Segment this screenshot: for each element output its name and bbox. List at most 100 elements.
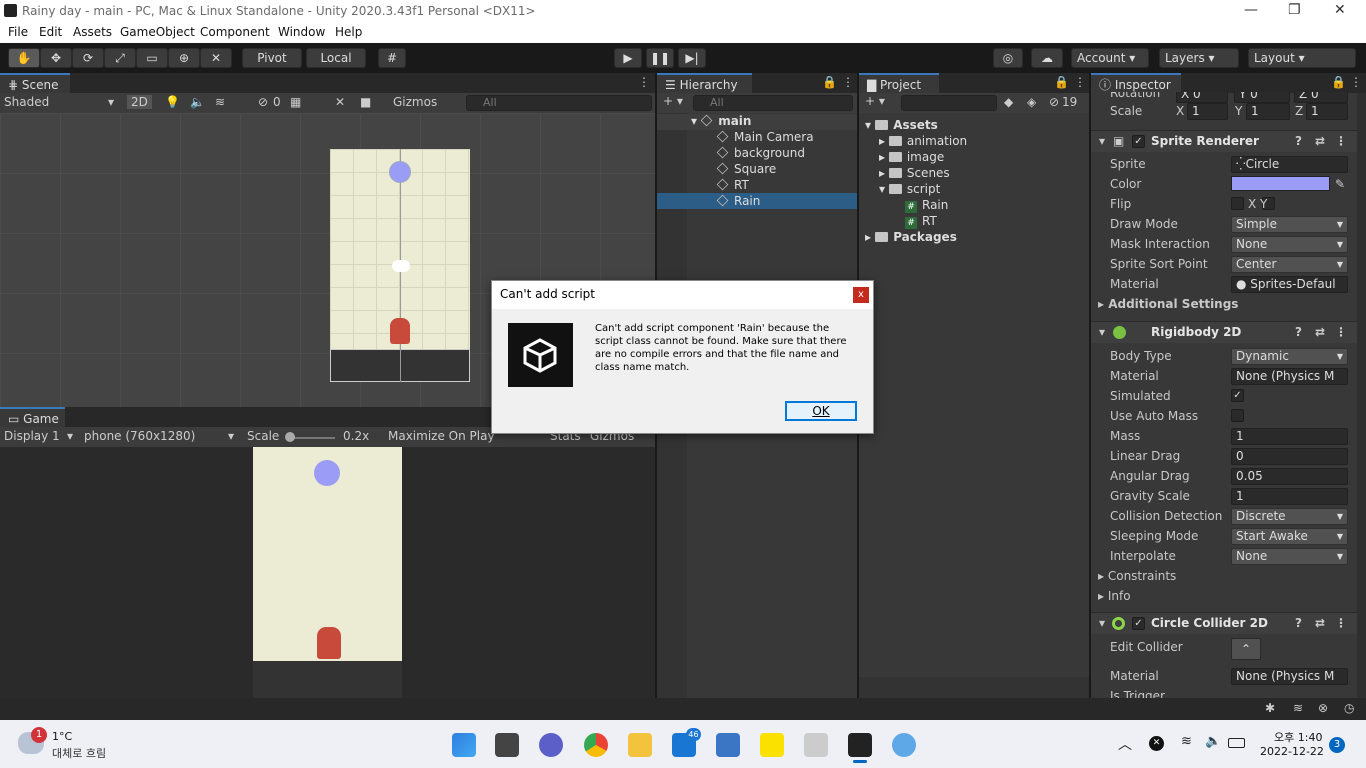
component-menu-icon[interactable]: ⋮ [1335, 134, 1347, 148]
component-menu-icon[interactable]: ⋮ [1335, 616, 1347, 630]
close-button[interactable]: ✕ [1334, 2, 1346, 18]
inspector-lock-icon[interactable]: 🔒 [1331, 75, 1346, 89]
constraints-foldout[interactable]: ▸ Constraints [1098, 569, 1176, 583]
step-icon[interactable]: ▶| [678, 48, 706, 68]
file-explorer-icon[interactable] [628, 733, 652, 757]
project-script-rain[interactable]: # Rain [905, 198, 948, 213]
hierarchy-item-main-camera[interactable]: Main Camera [716, 130, 814, 144]
draw-mode-dropdown[interactable]: Simple [1231, 216, 1348, 233]
pivot-button[interactable]: Pivot [242, 48, 302, 68]
cloud-icon[interactable]: ☁ [1031, 48, 1063, 68]
foldout-icon[interactable]: ▾ [1099, 616, 1105, 630]
clock-date[interactable]: 2022-12-22 [1260, 745, 1324, 758]
sprite-renderer-enabled-checkbox[interactable]: ✓ [1132, 135, 1145, 148]
preset-icon[interactable]: ⇄ [1315, 325, 1325, 339]
simulated-checkbox[interactable]: ✓ [1231, 389, 1244, 402]
help-icon[interactable]: ? [1295, 134, 1302, 148]
layers-dropdown[interactable]: Layers ▾ [1159, 48, 1239, 68]
hierarchy-item-background[interactable]: background [716, 146, 805, 160]
color-swatch[interactable] [1231, 176, 1330, 191]
tab-hierarchy[interactable]: ☰ Hierarchy [657, 73, 752, 93]
debug-icon[interactable]: ✱ [1265, 701, 1275, 715]
effects-icon[interactable]: ≋ [215, 95, 225, 109]
gravity-scale-field[interactable]: 1 [1231, 488, 1348, 505]
scale-z-field[interactable]: 1 [1306, 103, 1348, 120]
hierarchy-search-input[interactable]: All [693, 95, 853, 111]
rotate-tool-icon[interactable]: ⟳ [72, 48, 104, 68]
tab-game[interactable]: ▭ Game [0, 407, 65, 427]
menu-edit[interactable]: Edit [39, 25, 62, 39]
menu-window[interactable]: Window [278, 25, 325, 39]
dialog-close-button[interactable]: x [853, 287, 869, 303]
hierarchy-item-rain[interactable]: Rain [716, 194, 760, 208]
rect-tool-icon[interactable]: ▭ [136, 48, 168, 68]
preset-icon[interactable]: ⇄ [1315, 134, 1325, 148]
hierarchy-item-square[interactable]: Square [716, 162, 776, 176]
rb-material-field[interactable]: None (Physics M [1231, 368, 1348, 385]
unity-editor-icon[interactable] [848, 733, 872, 757]
help-icon[interactable]: ? [1295, 616, 1302, 630]
scene-character-sprite[interactable] [390, 318, 410, 344]
additional-settings-foldout[interactable]: ▸ Additional Settings [1098, 297, 1238, 311]
info-foldout[interactable]: ▸ Info [1098, 589, 1131, 603]
use-auto-mass-checkbox[interactable] [1231, 409, 1244, 422]
scene-menu-icon[interactable]: ⋮ [638, 75, 650, 89]
hierarchy-add-icon[interactable]: + ▾ [663, 94, 683, 108]
shading-dropdown-arrow-icon[interactable]: ▾ [108, 95, 114, 109]
layers-stack-icon[interactable]: ≋ [1293, 701, 1303, 715]
kakaotalk-icon[interactable] [760, 733, 784, 757]
resolution-dropdown[interactable]: phone (760x1280) [84, 429, 195, 443]
inspector-menu-icon[interactable]: ⋮ [1350, 75, 1362, 89]
hierarchy-menu-icon[interactable]: ⋮ [842, 75, 854, 89]
project-folder-animation[interactable]: ▸ animation [879, 134, 967, 148]
gizmos-dropdown[interactable]: Gizmos [393, 95, 437, 109]
foldout-icon[interactable]: ▾ [1099, 134, 1105, 148]
account-dropdown[interactable]: Account ▾ [1071, 48, 1149, 68]
menu-component[interactable]: Component [200, 25, 270, 39]
sprite-renderer-header[interactable]: ▾ ▣ ✓ Sprite Renderer ? ⇄ ⋮ [1091, 130, 1357, 152]
tab-inspector[interactable]: ⓘ Inspector [1091, 73, 1181, 93]
sprite-field[interactable]: ⁛Circle [1231, 156, 1348, 173]
project-lock-icon[interactable]: 🔒 [1054, 75, 1069, 89]
component-menu-icon[interactable]: ⋮ [1335, 325, 1347, 339]
scale-slider-handle[interactable] [285, 432, 295, 442]
inspector-scrollbar[interactable] [1357, 93, 1366, 698]
help-icon[interactable]: ? [1295, 325, 1302, 339]
play-icon[interactable]: ▶ [614, 48, 642, 68]
layout-dropdown[interactable]: Layout ▾ [1248, 48, 1356, 68]
custom-tool-icon[interactable]: ✕ [200, 48, 232, 68]
flip-x-checkbox[interactable] [1231, 197, 1244, 210]
project-packages-folder[interactable]: ▸ Packages [865, 230, 957, 244]
progress-icon[interactable]: ◷ [1344, 701, 1354, 715]
filter-label-icon[interactable]: ◈ [1027, 95, 1036, 109]
pause-icon[interactable]: ❚❚ [646, 48, 674, 68]
volume-icon[interactable]: 🔈 [1205, 734, 1221, 749]
edit-collider-button[interactable]: ⌃ [1231, 638, 1261, 660]
tray-chevron-icon[interactable]: ︿ [1118, 734, 1132, 754]
tab-project[interactable]: ▇ Project [859, 73, 939, 93]
mask-interaction-dropdown[interactable]: None [1231, 236, 1348, 253]
battery-icon[interactable] [1228, 738, 1245, 748]
cache-icon[interactable]: ⊗ [1318, 701, 1328, 715]
menu-gameobject[interactable]: GameObject [120, 25, 195, 39]
sprite-sort-point-dropdown[interactable]: Center [1231, 256, 1348, 273]
mass-field[interactable]: 1 [1231, 428, 1348, 445]
tray-app-icon[interactable]: ✕ [1149, 736, 1164, 751]
scale-y-field[interactable]: 1 [1246, 103, 1290, 120]
project-folder-script[interactable]: ▾ script [879, 182, 940, 196]
preset-icon[interactable]: ⇄ [1315, 616, 1325, 630]
body-type-dropdown[interactable]: Dynamic [1231, 348, 1348, 365]
chat-icon[interactable] [539, 733, 563, 757]
transform-tool-icon[interactable]: ⊕ [168, 48, 200, 68]
tab-scene[interactable]: ⋕ Scene [0, 73, 70, 93]
circle-collider-header[interactable]: ▾ ✓ Circle Collider 2D ? ⇄ ⋮ [1091, 612, 1357, 634]
project-menu-icon[interactable]: ⋮ [1074, 75, 1086, 89]
filter-type-icon[interactable]: ◆ [1004, 95, 1013, 109]
hierarchy-root[interactable]: ▾ main [691, 114, 751, 128]
project-folder-image[interactable]: ▸ image [879, 150, 944, 164]
grid-icon[interactable]: ▦ [290, 95, 301, 109]
menu-help[interactable]: Help [335, 25, 362, 39]
audio-icon[interactable]: 🔈 [190, 95, 205, 109]
unity-hub-icon[interactable] [804, 733, 828, 757]
hidden-objects-icon[interactable]: ⊘ [258, 95, 268, 109]
